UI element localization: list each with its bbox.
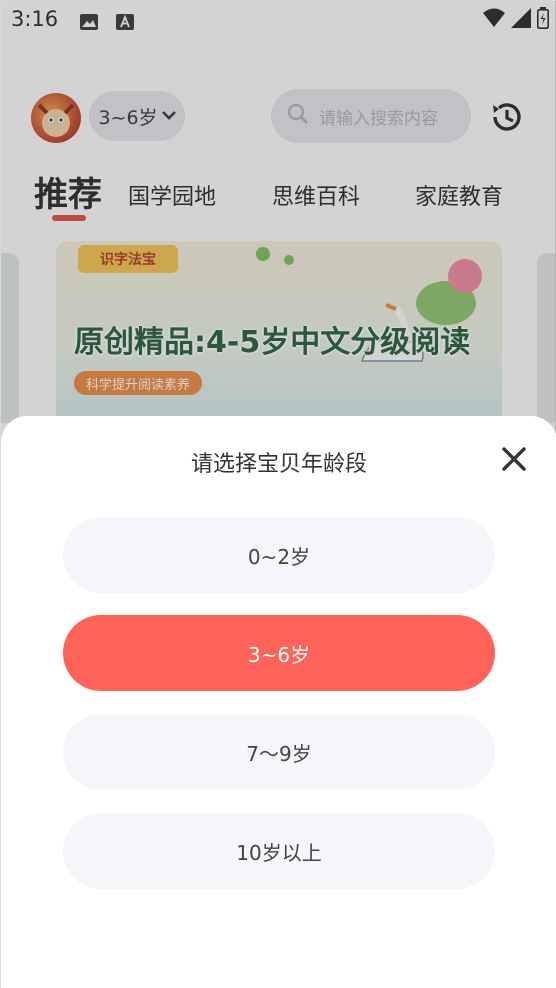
age-option-label: 7〜9岁 [246,741,312,766]
age-selection-sheet: 请选择宝贝年龄段 0~2岁 3~6岁 7〜9岁 10岁以上 [1,416,556,988]
close-icon[interactable] [501,446,527,472]
sheet-title: 请选择宝贝年龄段 [190,452,367,477]
age-option-3-6[interactable]: 3~6岁 [63,615,495,691]
age-option-0-2[interactable]: 0~2岁 [63,517,495,593]
age-option-10-plus[interactable]: 10岁以上 [63,813,495,889]
age-option-label: 3~6岁 [247,642,311,667]
age-option-label: 0~2岁 [247,544,311,569]
age-option-label: 10岁以上 [236,840,322,865]
age-option-7-9[interactable]: 7〜9岁 [63,714,495,790]
